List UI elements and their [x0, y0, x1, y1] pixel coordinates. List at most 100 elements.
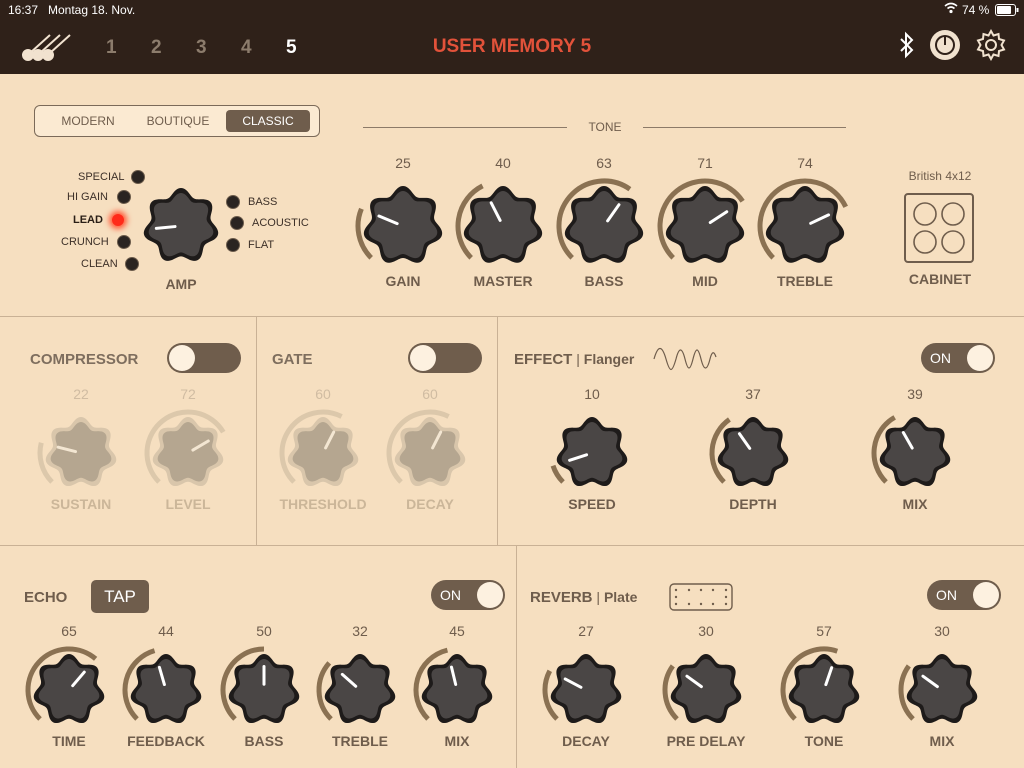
knob-graphic: [122, 648, 202, 724]
reverb-predelay-knob[interactable]: 30 PRE DELAY: [661, 623, 751, 749]
compressor-toggle[interactable]: [167, 343, 241, 373]
reverb-mix-knob[interactable]: 30 MIX: [897, 623, 987, 749]
eq-label-acoustic: ACOUSTIC: [252, 217, 309, 229]
sustain-knob[interactable]: 22 SUSTAIN: [36, 386, 126, 512]
speed-knob[interactable]: 10 SPEED: [547, 386, 637, 512]
channel-led-crunch[interactable]: [117, 235, 131, 249]
depth-knob[interactable]: 37 DEPTH: [708, 386, 798, 512]
knob-graphic: [542, 654, 622, 724]
treble-knob[interactable]: 74 TREBLE: [756, 155, 854, 289]
reverb-tone-knob[interactable]: 57 TONE: [779, 623, 869, 749]
eq-led-bass[interactable]: [226, 195, 240, 209]
knob-value: 32: [352, 623, 368, 639]
gate-toggle-thumb: [410, 345, 436, 371]
status-date: Montag 18. Nov.: [48, 3, 136, 17]
master-knob[interactable]: 40 MASTER: [454, 155, 552, 289]
knob-label: SPEED: [568, 496, 616, 512]
mid-knob[interactable]: 71 MID: [656, 155, 754, 289]
echo-treble-knob[interactable]: 32 TREBLE: [315, 623, 405, 749]
eq-led-acoustic[interactable]: [230, 216, 244, 230]
threshold-knob[interactable]: 60 THRESHOLD: [278, 386, 368, 512]
echo-feedback-knob[interactable]: 44 FEEDBACK: [121, 623, 211, 749]
echo-title: ECHO: [24, 589, 68, 606]
knob-label: DEPTH: [729, 496, 777, 512]
knob-value: 22: [73, 386, 89, 402]
knob-graphic: [316, 654, 396, 724]
echo-toggle-thumb: [477, 582, 503, 608]
battery-icon: [995, 4, 1019, 19]
compressor-title: COMPRESSOR: [30, 351, 139, 368]
amp-type-classic[interactable]: CLASSIC: [226, 110, 310, 132]
preset-title[interactable]: USER MEMORY 5: [0, 36, 1024, 58]
knob-label: DECAY: [406, 496, 454, 512]
effect-toggle[interactable]: ON: [921, 343, 995, 373]
channel-led-lead[interactable]: [111, 213, 125, 227]
bass-knob[interactable]: 63 BASS: [555, 155, 653, 289]
reverb-type[interactable]: Plate: [604, 589, 637, 605]
knob-value: 65: [61, 623, 77, 639]
knob-graphic: [662, 654, 742, 724]
knob-value: 44: [158, 623, 174, 639]
channel-led-clean[interactable]: [125, 257, 139, 271]
knob-label: LEVEL: [165, 496, 211, 512]
echo-toggle[interactable]: ON: [431, 580, 505, 610]
knob-graphic: [455, 183, 543, 263]
echo-bass-knob[interactable]: 50 BASS: [219, 623, 309, 749]
knob-value: 40: [495, 155, 511, 171]
tuner-knob-icon[interactable]: [929, 29, 961, 66]
app-header: 1 2 3 4 5 USER MEMORY 5: [0, 20, 1024, 74]
knob-graphic: [657, 178, 745, 263]
divider-fx: [0, 545, 1024, 546]
effect-toggle-thumb: [967, 345, 993, 371]
knob-indicator: [154, 225, 177, 230]
amp-channel-knob[interactable]: AMP: [139, 184, 223, 294]
eq-led-flat[interactable]: [226, 238, 240, 252]
channel-led-higain[interactable]: [117, 190, 131, 204]
knob-graphic: [871, 415, 951, 487]
effect-mix-knob[interactable]: 39 MIX: [870, 386, 960, 512]
tap-button[interactable]: TAP: [91, 580, 149, 613]
effect-type[interactable]: Flanger: [584, 351, 635, 367]
knob-value: 60: [422, 386, 438, 402]
level-knob[interactable]: 72 LEVEL: [143, 386, 233, 512]
wave-icon[interactable]: [652, 343, 718, 380]
knob-graphic: [144, 409, 226, 487]
reverb-toggle[interactable]: ON: [927, 580, 1001, 610]
gate-title: GATE: [272, 351, 313, 368]
echo-mix-knob[interactable]: 45 MIX: [412, 623, 502, 749]
knob-label: MIX: [444, 733, 470, 749]
echo-toggle-label: ON: [440, 587, 461, 603]
battery-percent: 74 %: [962, 3, 990, 17]
tone-line-left: [363, 127, 567, 128]
knob-value: 27: [578, 623, 594, 639]
reverb-decay-knob[interactable]: 27 DECAY: [541, 623, 631, 749]
tone-label: TONE: [588, 120, 622, 134]
knob-value: 37: [745, 386, 761, 402]
gain-knob[interactable]: 25 GAIN: [354, 155, 452, 289]
knob-value: 10: [584, 386, 600, 402]
amp-type-modern[interactable]: MODERN: [43, 110, 133, 132]
knob-graphic: [780, 646, 860, 724]
knob-label: MIX: [929, 733, 955, 749]
channel-led-special[interactable]: [131, 170, 145, 184]
channel-label-clean: CLEAN: [81, 258, 118, 270]
gate-toggle[interactable]: [408, 343, 482, 373]
cabinet-selector[interactable]: [904, 193, 974, 263]
effect-toggle-label: ON: [930, 350, 951, 366]
status-bar: 16:37 Montag 18. Nov. 74 %: [0, 0, 1024, 20]
amp-type-boutique[interactable]: BOUTIQUE: [133, 110, 223, 132]
status-time: 16:37: [8, 3, 39, 17]
plate-icon[interactable]: [669, 583, 733, 616]
gear-icon[interactable]: [975, 28, 1007, 66]
compressor-toggle-thumb: [169, 345, 195, 371]
bluetooth-icon[interactable]: [898, 31, 916, 64]
knob-value: 30: [934, 623, 950, 639]
echo-time-knob[interactable]: 65 TIME: [24, 623, 114, 749]
knob-value: 60: [315, 386, 331, 402]
reverb-toggle-label: ON: [936, 587, 957, 603]
knob-value: 30: [698, 623, 714, 639]
effect-title: EFFECT: [514, 351, 573, 368]
gate-decay-knob[interactable]: 60 DECAY: [385, 386, 475, 512]
cabinet-label: CABINET: [908, 271, 972, 287]
channel-label-higain: HI GAIN: [67, 191, 108, 203]
